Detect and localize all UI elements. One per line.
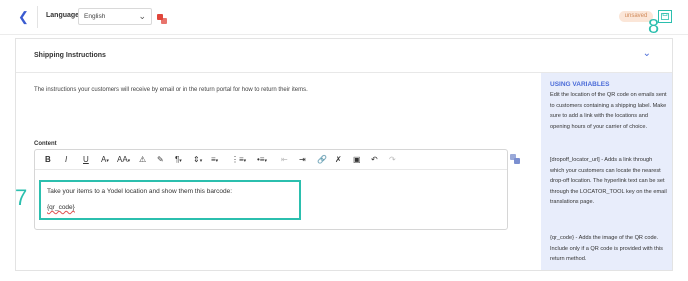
editor-content[interactable]: Take your items to a Yodel location and … xyxy=(39,180,301,220)
language-select[interactable]: English ⌄ xyxy=(78,8,152,25)
rich-text-editor: B I U A▾ AA▾ ⚠ ✎ ¶▾ ⇕▾ ≡▾ ⋮≡▾ •≡▾ ⇤ ⇥ 🔗 … xyxy=(34,149,508,230)
divider xyxy=(37,6,38,28)
chevron-down-icon[interactable]: ⌄ xyxy=(643,48,651,59)
ordered-list-icon[interactable]: ⋮≡▾ xyxy=(231,154,246,167)
translate-icon[interactable] xyxy=(510,151,520,164)
outdent-icon[interactable]: ⇤ xyxy=(281,154,288,166)
indent-icon[interactable]: ⇥ xyxy=(299,154,306,166)
chevron-down-icon: ⌄ xyxy=(138,11,146,21)
annotation-step-7: 7 xyxy=(15,185,28,210)
editor-line-2: {qr_code} xyxy=(47,204,75,211)
help-title: USING VARIABLES xyxy=(550,81,610,88)
bullet-list-icon[interactable]: •≡▾ xyxy=(257,154,267,167)
help-paragraph-1: Edit the location of the QR code on emai… xyxy=(550,92,667,130)
special-block-icon[interactable]: ▣ xyxy=(353,154,361,166)
paragraph-button[interactable]: ¶▾ xyxy=(175,154,182,167)
font-size-label: AA xyxy=(117,155,128,164)
highlight-icon[interactable]: ⚠ xyxy=(139,154,146,166)
undo-icon[interactable]: ↶ xyxy=(371,154,378,166)
redo-icon[interactable]: ↷ xyxy=(389,154,396,166)
back-arrow-icon[interactable]: ❮ xyxy=(18,10,29,24)
help-paragraph-3: {qr_code} - Adds the image of the QR cod… xyxy=(550,235,663,262)
underline-button[interactable]: U xyxy=(83,154,89,166)
line-height-icon[interactable]: ⇕▾ xyxy=(193,154,202,167)
header-divider xyxy=(0,34,688,35)
language-label: Language xyxy=(46,12,80,19)
save-button[interactable] xyxy=(658,10,672,23)
clear-format-icon[interactable]: ✗ xyxy=(335,154,342,166)
card-title: Shipping Instructions xyxy=(34,52,106,59)
translate-icon[interactable] xyxy=(157,11,167,24)
font-size-button[interactable]: AA▾ xyxy=(117,154,130,167)
italic-button[interactable]: I xyxy=(65,154,67,166)
bold-button[interactable]: B xyxy=(45,154,51,166)
link-icon[interactable]: 🔗 xyxy=(317,154,327,166)
top-bar: ❮ Language English ⌄ unsaved 8 xyxy=(0,0,688,37)
editor-toolbar: B I U A▾ AA▾ ⚠ ✎ ¶▾ ⇕▾ ≡▾ ⋮≡▾ •≡▾ ⇤ ⇥ 🔗 … xyxy=(35,150,507,170)
variables-help-panel: USING VARIABLES Edit the location of the… xyxy=(541,73,672,270)
align-icon[interactable]: ≡▾ xyxy=(211,154,218,167)
language-value: English xyxy=(84,13,106,20)
card-description: The instructions your customers will rec… xyxy=(34,87,308,93)
help-paragraph-2: [dropoff_locator_url] - Adds a link thro… xyxy=(550,157,667,205)
eraser-icon[interactable]: ✎ xyxy=(157,154,164,166)
card-header[interactable]: Shipping Instructions ⌄ xyxy=(16,39,672,73)
editor-line-1: Take your items to a Yodel location and … xyxy=(47,188,232,195)
content-label: Content xyxy=(34,141,57,147)
font-color-button[interactable]: A▾ xyxy=(101,154,109,167)
